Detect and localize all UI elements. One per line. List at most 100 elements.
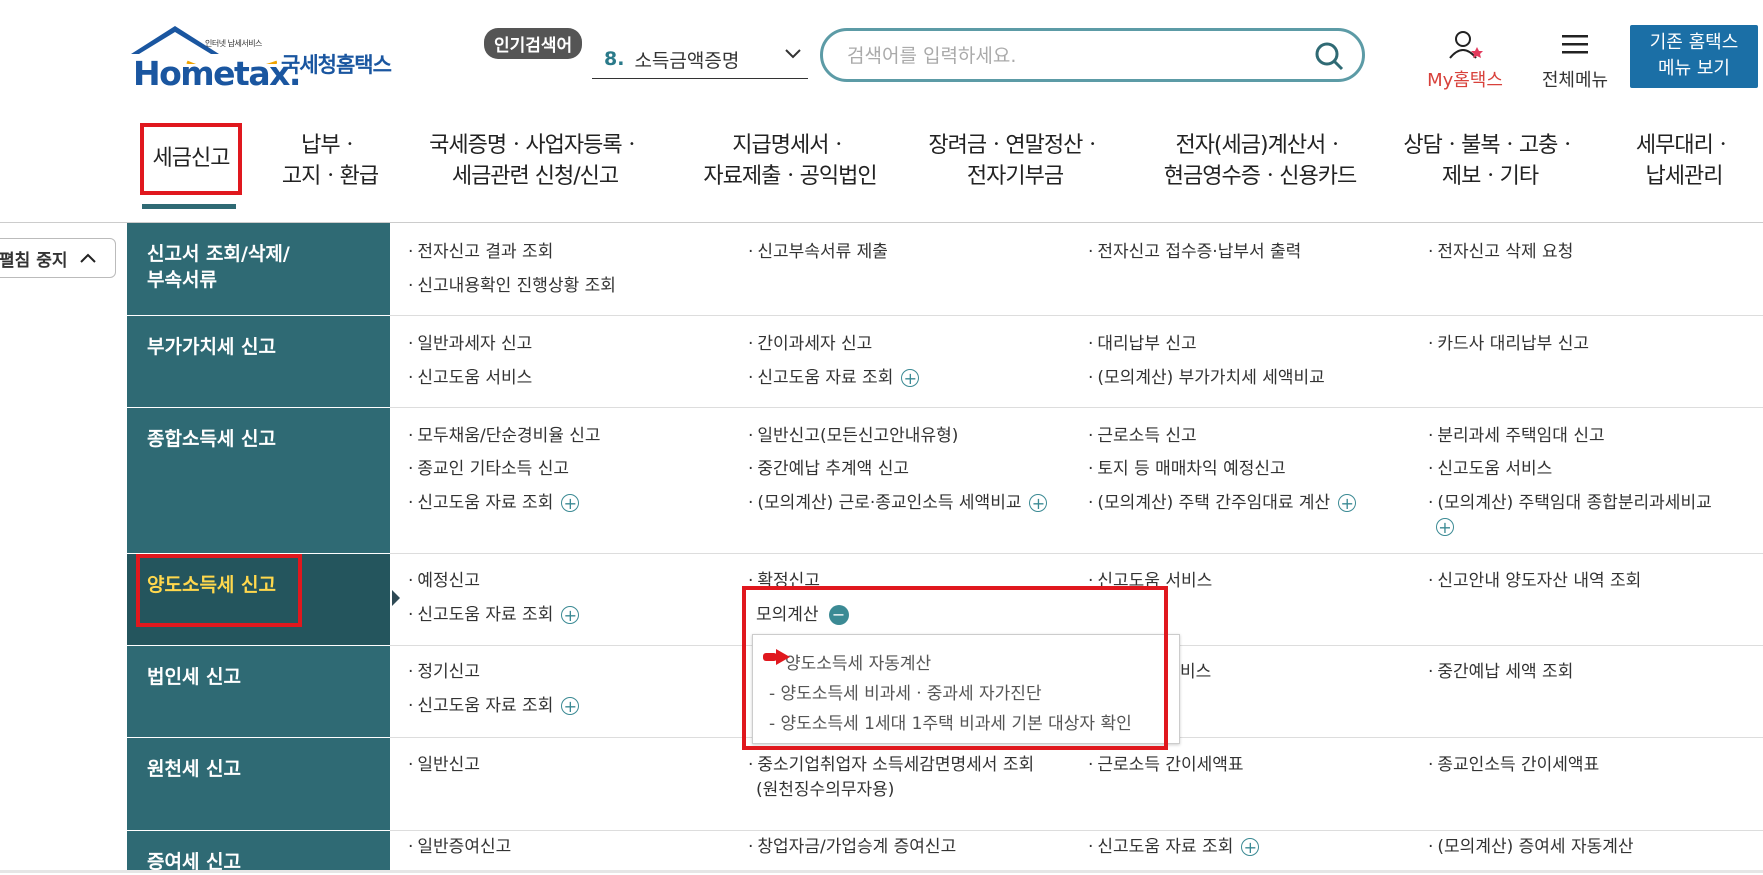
menu-link[interactable]: · 창업자금/가업승계 증여신고 xyxy=(748,836,956,858)
category-report-inquiry[interactable]: 신고서 조회/삭제/부속서류 xyxy=(127,223,390,315)
expand-plus-icon[interactable]: + xyxy=(1241,838,1260,856)
menu-link[interactable]: · 종교인소득 간이세액표 xyxy=(1428,754,1599,776)
menu-link[interactable]: · 일반증여신고 xyxy=(408,836,511,858)
menu-link[interactable]: · 신고도움 자료 조회 + xyxy=(1088,836,1260,858)
category-income-tax[interactable]: 종합소득세 신고 xyxy=(127,408,390,553)
expand-plus-icon[interactable]: + xyxy=(1338,494,1357,512)
nav-tax-filing[interactable]: 세금신고 xyxy=(140,123,242,195)
hometax-logo[interactable]: 인터넷 납세서비스 Hometax. 국세청홈택스 xyxy=(127,24,407,94)
menu-link[interactable]: · 카드사 대리납부 신고 xyxy=(1428,333,1589,355)
nav-tax-agent[interactable]: 세무대리ㆍ 납세관리 xyxy=(1628,130,1740,192)
menu-link-continuation[interactable]: (원천징수의무자용) xyxy=(756,779,894,801)
nav-certificates[interactable]: 국세증명ㆍ사업자등록ㆍ 세금관련 신청/신고 xyxy=(420,130,650,192)
menu-link[interactable]: · 전자신고 접수증·납부서 출력 xyxy=(1088,241,1301,263)
menu-link[interactable]: · 신고도움 자료 조회 + xyxy=(408,695,580,717)
old-hometax-menu-button[interactable]: 기존 홈택스 메뉴 보기 xyxy=(1630,25,1758,88)
old-hometax-label-line2: 메뉴 보기 xyxy=(1658,58,1730,79)
nav-label: 고지ㆍ환급 xyxy=(281,164,379,189)
menu-link[interactable]: · 근로소득 간이세액표 xyxy=(1088,754,1244,776)
nav-active-underline xyxy=(142,204,236,209)
menu-link[interactable]: · 일반과세자 신고 xyxy=(408,333,532,355)
main-nav: 세금신고 납부ㆍ 고지ㆍ환급 국세증명ㆍ사업자등록ㆍ 세금관련 신청/신고 지급명세… xyxy=(0,120,1763,210)
menu-link[interactable]: · 예정신고 xyxy=(408,570,480,592)
menu-link[interactable]: · 분리과세 주택임대 신고 xyxy=(1428,425,1605,447)
nav-incentives[interactable]: 장려금ㆍ연말정산ㆍ 전자기부금 xyxy=(920,130,1110,192)
logo-subtitle: 인터넷 납세서비스 xyxy=(205,39,262,48)
nav-label: 현금영수증ㆍ신용카드 xyxy=(1163,164,1357,189)
row-divider xyxy=(390,830,1763,831)
nav-consultation[interactable]: 상담ㆍ불복ㆍ고충ㆍ 제보ㆍ기타 xyxy=(1400,130,1580,192)
menu-link[interactable]: · 신고부속서류 제출 xyxy=(748,241,888,263)
menu-link[interactable]: · 중간예납 세액 조회 xyxy=(1428,661,1573,683)
menu-link[interactable]: · (모의계산) 근로·종교인소득 세액비교 + xyxy=(748,492,1048,514)
menu-link[interactable]: · 중소기업취업자 소득세감면명세서 조회 xyxy=(748,754,1034,776)
menu-link[interactable]: · 전자신고 결과 조회 xyxy=(408,241,553,263)
category-label: 원천세 신고 xyxy=(147,758,242,780)
category-corporate-tax[interactable]: 법인세 신고 xyxy=(127,646,390,737)
menu-link[interactable]: · 전자신고 삭제 요청 xyxy=(1428,241,1573,263)
menu-link[interactable]: · 간이과세자 신고 xyxy=(748,333,872,355)
menu-link[interactable]: · 정기신고 xyxy=(408,661,480,683)
menu-link[interactable]: · 토지 등 매매차익 예정신고 xyxy=(1088,458,1286,480)
popular-search-tag: 인기검색어 xyxy=(484,28,583,59)
stop-expand-label: 펼침 중지 xyxy=(0,250,68,271)
menu-link[interactable]: 비스 xyxy=(1180,661,1211,683)
nav-label: 세금신고 xyxy=(152,146,231,171)
nav-statements[interactable]: 지급명세서ㆍ 자료제출ㆍ공익법인 xyxy=(690,130,890,192)
menu-link[interactable]: · 신고도움 자료 조회 + xyxy=(748,367,920,389)
menu-link[interactable]: · (모의계산) 주택 간주임대료 계산 + xyxy=(1088,492,1357,514)
menu-link[interactable]: · (모의계산) 주택임대 종합분리과세비교 xyxy=(1428,492,1712,514)
nav-label: 자료제출ㆍ공익법인 xyxy=(703,164,877,189)
logo-brand: Hometax. xyxy=(133,54,301,93)
my-hometax-button[interactable]: My홈택스 xyxy=(1425,30,1505,92)
popular-search-rank: 8. xyxy=(604,48,625,70)
menu-link[interactable]: · 중간예납 추계액 신고 xyxy=(748,458,909,480)
menu-link[interactable]: · 일반신고(모든신고안내유형) xyxy=(748,425,958,447)
expand-plus-icon[interactable]: + xyxy=(1029,494,1048,512)
expand-plus-icon[interactable]: + xyxy=(561,606,580,624)
expand-plus-icon[interactable]: + xyxy=(561,494,580,512)
stop-expand-button[interactable]: 펼침 중지 xyxy=(0,238,116,278)
nav-label: 전자(세금)계산서ㆍ xyxy=(1175,133,1345,158)
expand-plus-icon[interactable]: + xyxy=(561,697,580,715)
all-menu-label: 전체메뉴 xyxy=(1541,70,1609,91)
nav-label: 국세증명ㆍ사업자등록ㆍ xyxy=(429,133,642,158)
search-bar[interactable] xyxy=(820,28,1365,82)
nav-e-invoice[interactable]: 전자(세금)계산서ㆍ 현금영수증ㆍ신용카드 xyxy=(1150,130,1370,192)
nav-label: 장려금ㆍ연말정산ㆍ xyxy=(928,133,1102,158)
search-icon[interactable] xyxy=(1314,41,1344,71)
menu-link[interactable]: · 대리납부 신고 xyxy=(1088,333,1197,355)
category-label: 법인세 신고 xyxy=(147,666,242,688)
nav-payment[interactable]: 납부ㆍ 고지ㆍ환급 xyxy=(270,130,390,192)
popular-search-select[interactable]: 8. 소득금액증명 xyxy=(592,40,808,79)
menu-link[interactable]: · 일반신고 xyxy=(408,754,480,776)
row-divider xyxy=(390,315,1763,316)
category-label: 부속서류 xyxy=(147,269,217,291)
menu-link[interactable]: · 종교인 기타소득 신고 xyxy=(408,458,569,480)
popular-search-term: 소득금액증명 xyxy=(634,49,740,72)
category-withholding-tax[interactable]: 원천세 신고 xyxy=(127,738,390,830)
chevron-down-icon xyxy=(785,49,801,59)
menu-link[interactable]: · 신고도움 서비스 xyxy=(408,367,532,389)
expand-plus-icon[interactable]: + xyxy=(901,369,920,387)
menu-link[interactable]: · (모의계산) 증여세 자동계산 xyxy=(1428,836,1634,858)
user-icon xyxy=(1449,31,1483,59)
menu-link[interactable]: · (모의계산) 부가가치세 세액비교 xyxy=(1088,367,1325,389)
nav-label: 납부ㆍ xyxy=(301,133,360,158)
category-gift-tax[interactable]: 증여세 신고 xyxy=(127,831,390,873)
menu-link[interactable]: · 신고내용확인 진행상황 조회 xyxy=(408,275,616,297)
logo-korean-name: 국세청홈택스 xyxy=(281,53,392,77)
menu-link[interactable]: · 신고안내 양도자산 내역 조회 xyxy=(1428,570,1641,592)
menu-link[interactable]: + xyxy=(1428,516,1454,538)
menu-link[interactable]: · 신고도움 서비스 xyxy=(1428,458,1552,480)
search-input[interactable] xyxy=(845,41,1309,71)
menu-link[interactable]: · 모두채움/단순경비율 신고 xyxy=(408,425,601,447)
all-menu-button[interactable]: 전체메뉴 xyxy=(1530,30,1620,92)
menu-link[interactable]: · 신고도움 자료 조회 + xyxy=(408,492,580,514)
menu-link[interactable]: · 신고도움 자료 조회 + xyxy=(408,604,580,626)
expand-plus-icon[interactable]: + xyxy=(1436,518,1454,536)
category-label: 부가가치세 신고 xyxy=(147,336,276,358)
nav-label: 세무대리ㆍ xyxy=(1635,133,1733,158)
category-vat[interactable]: 부가가치세 신고 xyxy=(127,316,390,407)
menu-link[interactable]: · 근로소득 신고 xyxy=(1088,425,1197,447)
